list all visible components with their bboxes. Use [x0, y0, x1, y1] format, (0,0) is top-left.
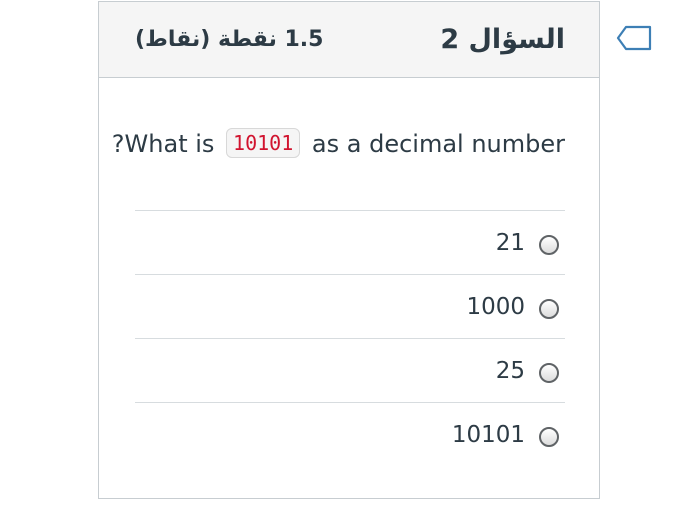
answer-option-3[interactable]: 25: [135, 339, 565, 403]
answer-label: 21: [495, 229, 525, 256]
question-title: السؤال 2: [440, 24, 565, 55]
question-punctuation: ?: [111, 130, 125, 158]
answer-list: 21 1000 25 10101: [135, 210, 565, 467]
flag-question-icon[interactable]: [616, 24, 652, 52]
answer-label: 10101: [451, 422, 525, 448]
answer-option-1[interactable]: 21: [135, 211, 565, 275]
radio-button-icon[interactable]: [539, 298, 559, 319]
radio-button-icon[interactable]: [539, 362, 559, 383]
question-header: السؤال 2 1.5 نقطة (نقاط): [99, 2, 599, 78]
answer-label: 1000: [466, 293, 525, 320]
question-points: 1.5 نقطة (نقاط): [135, 27, 324, 52]
radio-button-icon[interactable]: [539, 427, 559, 447]
answer-option-2[interactable]: 1000: [135, 275, 565, 339]
answer-label: 25: [495, 357, 525, 384]
question-text-before: What is: [124, 130, 215, 158]
radio-button-icon[interactable]: [539, 234, 559, 255]
question-text: ?What is 10101 as a decimal number: [112, 128, 565, 158]
question-text-after: as a decimal number: [311, 130, 565, 158]
question-card: السؤال 2 1.5 نقطة (نقاط) ?What is 10101 …: [98, 1, 600, 499]
code-snippet: 10101: [226, 128, 301, 158]
answer-option-4[interactable]: 10101: [135, 403, 565, 467]
